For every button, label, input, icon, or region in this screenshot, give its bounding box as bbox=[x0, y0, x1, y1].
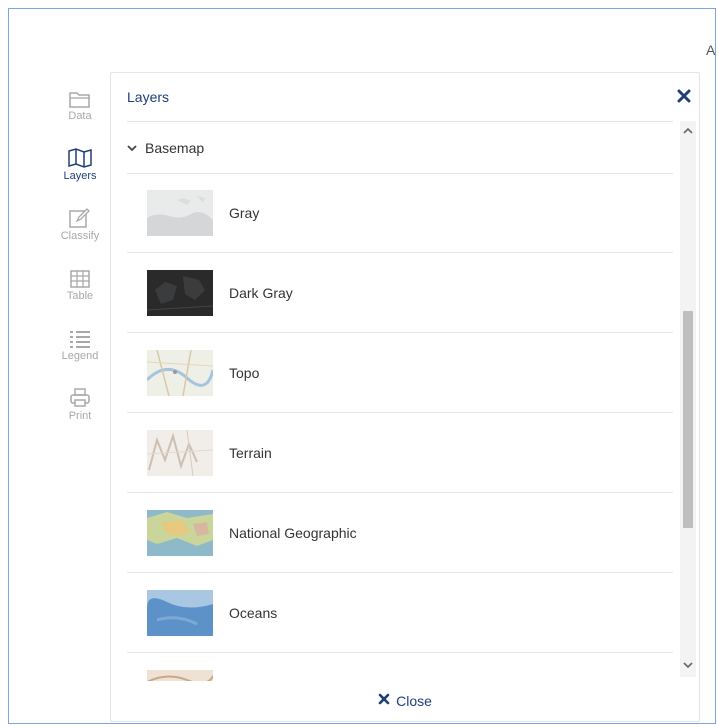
sidebar-item-data[interactable]: Data bbox=[58, 80, 102, 122]
basemap-name: Terrain bbox=[229, 445, 272, 461]
divider bbox=[127, 121, 673, 122]
close-icon[interactable] bbox=[677, 89, 691, 103]
basemap-item-dark-gray[interactable]: Dark Gray bbox=[127, 253, 673, 333]
basemap-item-partial[interactable] bbox=[127, 653, 673, 681]
basemap-name: Topo bbox=[229, 365, 260, 381]
close-button[interactable]: Close bbox=[111, 681, 699, 721]
scrollbar[interactable] bbox=[680, 121, 696, 677]
sidebar-item-label: Layers bbox=[63, 170, 97, 182]
basemap-name: Gray bbox=[229, 205, 260, 221]
basemap-thumbnail bbox=[147, 430, 213, 476]
basemap-thumbnail bbox=[147, 670, 213, 681]
sidebar-item-label: Print bbox=[68, 410, 92, 422]
map-icon bbox=[58, 140, 102, 168]
basemap-item-gray[interactable]: Gray bbox=[127, 173, 673, 253]
printer-icon bbox=[58, 380, 102, 408]
chevron-down-icon[interactable] bbox=[680, 657, 696, 673]
header-fragment-text: A bbox=[706, 42, 716, 58]
sidebar-item-label: Classify bbox=[60, 230, 100, 242]
sidebar-item-label: Data bbox=[68, 110, 92, 122]
list-icon bbox=[58, 320, 102, 348]
basemap-thumbnail bbox=[147, 590, 213, 636]
sidebar-item-layers[interactable]: Layers bbox=[58, 140, 102, 182]
panel-header: Layers bbox=[111, 73, 699, 121]
basemap-name: Dark Gray bbox=[229, 285, 293, 301]
folder-icon bbox=[58, 80, 102, 108]
edit-icon bbox=[58, 200, 102, 228]
table-icon bbox=[58, 260, 102, 288]
basemap-group-toggle[interactable]: Basemap bbox=[127, 137, 204, 159]
layers-panel: Layers Basemap Gray Dark Gray Topo Terra… bbox=[110, 72, 700, 722]
close-button-label: Close bbox=[396, 693, 432, 709]
basemap-item-topo[interactable]: Topo bbox=[127, 333, 673, 413]
sidebar-item-label: Table bbox=[66, 290, 94, 302]
scrollbar-thumb[interactable] bbox=[683, 311, 693, 528]
close-icon bbox=[378, 692, 390, 710]
basemap-group-label: Basemap bbox=[145, 140, 205, 156]
basemap-thumbnail bbox=[147, 270, 213, 316]
basemap-thumbnail bbox=[147, 190, 213, 236]
panel-title: Layers bbox=[127, 89, 170, 105]
basemap-name: National Geographic bbox=[229, 525, 357, 541]
basemap-item-terrain[interactable]: Terrain bbox=[127, 413, 673, 493]
basemap-thumbnail bbox=[147, 510, 213, 556]
sidebar-item-label: Legend bbox=[61, 350, 99, 362]
basemap-item-oceans[interactable]: Oceans bbox=[127, 573, 673, 653]
sidebar: Data Layers Classify Table Legend Print bbox=[58, 80, 102, 440]
basemap-item-national-geographic[interactable]: National Geographic bbox=[127, 493, 673, 573]
basemap-name: Oceans bbox=[229, 605, 278, 621]
sidebar-item-classify[interactable]: Classify bbox=[58, 200, 102, 242]
chevron-down-icon bbox=[127, 139, 137, 157]
sidebar-item-legend[interactable]: Legend bbox=[58, 320, 102, 362]
chevron-up-icon[interactable] bbox=[680, 123, 696, 139]
basemap-thumbnail bbox=[147, 350, 213, 396]
basemap-list: Gray Dark Gray Topo Terrain National Geo… bbox=[127, 173, 673, 681]
sidebar-item-table[interactable]: Table bbox=[58, 260, 102, 302]
sidebar-item-print[interactable]: Print bbox=[58, 380, 102, 422]
